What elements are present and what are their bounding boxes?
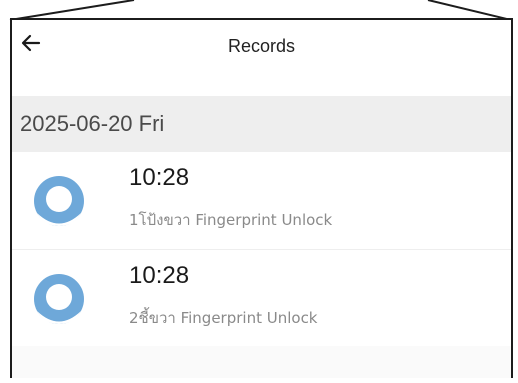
user-avatar-icon — [34, 176, 84, 226]
back-button[interactable] — [16, 28, 46, 58]
record-description: 1โป้งขวา Fingerprint Unlock — [129, 211, 333, 229]
page-title: Records — [227, 35, 296, 56]
record-item[interactable]: 10:28 1โป้งขวา Fingerprint Unlock — [12, 152, 511, 249]
header-spacer — [12, 72, 511, 96]
app-screen: Records 2025-06-20 Fri 10:28 1โป้งขวา Fi… — [10, 18, 513, 378]
record-time: 10:28 — [129, 164, 190, 191]
record-description: 2ชี้ขวา Fingerprint Unlock — [129, 309, 318, 327]
record-time: 10:28 — [129, 262, 190, 289]
user-avatar-icon — [34, 274, 84, 324]
screenshot-canvas: Records 2025-06-20 Fri 10:28 1โป้งขวา Fi… — [0, 0, 518, 383]
top-bar: Records — [12, 20, 511, 72]
date-group-header: 2025-06-20 Fri — [12, 96, 511, 152]
record-item[interactable]: 10:28 2ชี้ขวา Fingerprint Unlock — [12, 249, 511, 346]
arrow-left-icon — [21, 34, 41, 52]
